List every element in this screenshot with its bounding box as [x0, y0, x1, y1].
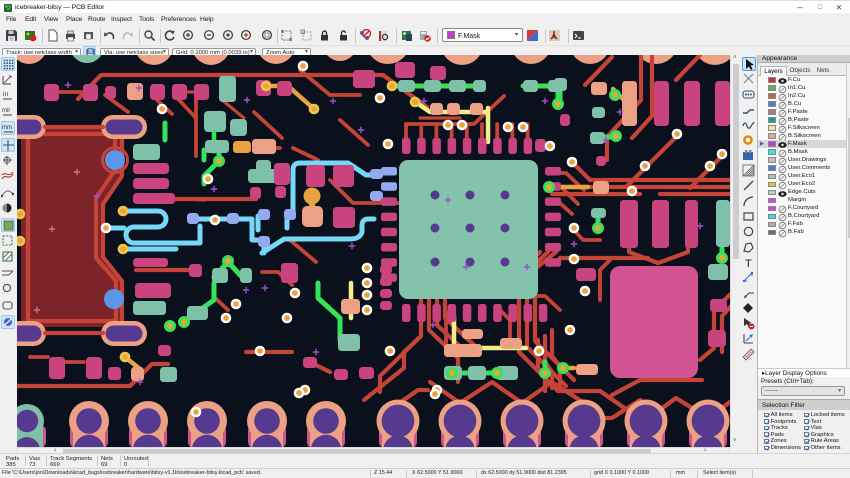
svg-text:CC1: CC1 [196, 198, 206, 204]
svg-text:T: T [745, 258, 752, 269]
svg-text:in: in [3, 91, 8, 98]
svg-text:mil: mil [2, 108, 10, 114]
svg-text:mm: mm [2, 125, 12, 131]
